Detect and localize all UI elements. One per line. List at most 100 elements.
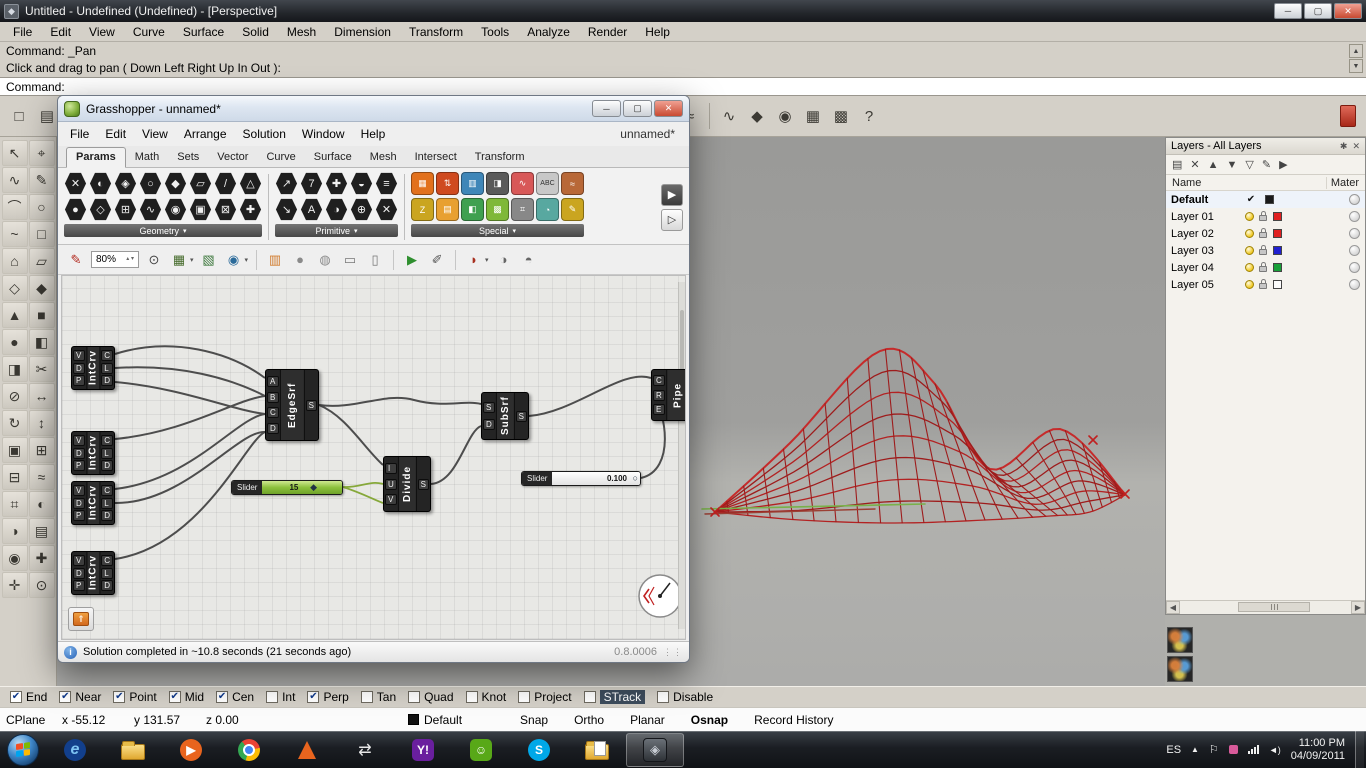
gh-input-v[interactable]: V: [73, 435, 85, 447]
gh-zoom-icon[interactable]: ⊙: [144, 250, 164, 270]
gh-node-intcrv[interactable]: V D P IntCrv C L D: [71, 431, 115, 475]
annotate-tool-icon[interactable]: ✛: [1, 572, 28, 598]
documents-folder-icon[interactable]: [568, 733, 626, 767]
layer-color-swatch[interactable]: [1265, 195, 1274, 204]
filter-layers-icon[interactable]: ▽: [1245, 158, 1253, 171]
osnap-perp-checkbox[interactable]: ✔: [307, 691, 320, 703]
layer-color-swatch[interactable]: [1273, 246, 1282, 255]
osnap-tan-checkbox[interactable]: [360, 691, 373, 703]
curve-tools-icon[interactable]: ∿: [716, 103, 742, 129]
gh-tab-params[interactable]: Params: [66, 147, 126, 168]
grasshopper-canvas[interactable]: ⇑ V D P IntCrv C L D V D P IntCrv C L D V D P IntCrv C L D V D…: [61, 275, 686, 640]
prim-text-icon[interactable]: A: [300, 198, 323, 221]
layer-row[interactable]: Layer 03: [1166, 242, 1365, 259]
menu-mesh[interactable]: Mesh: [278, 23, 325, 41]
gh-output-l[interactable]: L: [101, 497, 113, 509]
gh-input-b[interactable]: B: [267, 391, 279, 403]
osnap-point-checkbox[interactable]: ✔: [113, 691, 126, 703]
gh-input-d[interactable]: D: [73, 567, 85, 579]
special-slider-icon[interactable]: ▥: [461, 172, 484, 195]
param-surface-icon[interactable]: ◆: [164, 172, 187, 195]
special-value-list-icon[interactable]: ⇅: [436, 172, 459, 195]
layer-color-swatch[interactable]: [1273, 229, 1282, 238]
gh-input-a[interactable]: A: [267, 376, 279, 388]
gh-preview-eye-icon-dropdown[interactable]: ▾: [245, 256, 249, 264]
gh-output-s[interactable]: S: [515, 410, 527, 422]
param-rectangle-icon[interactable]: ⊠: [214, 198, 237, 221]
box-tool-icon[interactable]: ■: [28, 302, 55, 328]
taskbar-clock[interactable]: 11:00 PM 04/09/2011: [1291, 737, 1345, 763]
command-scroll-down-icon[interactable]: ▼: [1349, 59, 1363, 73]
menu-transform[interactable]: Transform: [400, 23, 472, 41]
copy-tool-icon[interactable]: ▣: [1, 437, 28, 463]
gh-output-c[interactable]: C: [101, 555, 113, 567]
gh-input-d[interactable]: D: [73, 497, 85, 509]
boolean-difference-icon[interactable]: ◨: [1, 356, 28, 382]
gh-tab-mesh[interactable]: Mesh: [361, 148, 406, 167]
extrude-tool-icon[interactable]: ▲: [1, 302, 28, 328]
grid-snap-icon[interactable]: ⌗: [1, 491, 28, 517]
layer-color-swatch[interactable]: [1273, 280, 1282, 289]
param-x-icon[interactable]: ✕: [64, 172, 87, 195]
offset-tool-icon[interactable]: ≈: [28, 464, 55, 490]
menu-edit[interactable]: Edit: [41, 23, 80, 41]
gh-minimize-button[interactable]: ─: [592, 100, 621, 117]
hidden-icons-icon[interactable]: ▲: [1191, 745, 1199, 754]
gh-input-u[interactable]: U: [385, 478, 397, 490]
menu-render[interactable]: Render: [579, 23, 636, 41]
gh-input-d[interactable]: D: [483, 419, 495, 431]
gh-close-button[interactable]: ✕: [654, 100, 683, 117]
layer-color-swatch[interactable]: [1273, 212, 1282, 221]
param-curve-icon[interactable]: ∿: [139, 198, 162, 221]
new-file-icon[interactable]: □: [6, 103, 32, 129]
zoom-spinner-icon[interactable]: ▴ ▾: [126, 256, 134, 263]
gh-node-subsrf[interactable]: S D SubSrf S: [481, 392, 529, 440]
layers-tool-icon[interactable]: ▤: [28, 518, 55, 544]
layers-scroll-left-icon[interactable]: ◀: [1166, 601, 1180, 614]
array-tool-icon[interactable]: ⊞: [28, 437, 55, 463]
layer-visibility-icon[interactable]: [1245, 280, 1254, 289]
canvas-zoom-field[interactable]: 80% ▴ ▾: [91, 251, 139, 268]
new-layer-icon[interactable]: ▤: [1172, 158, 1182, 171]
render-tools-icon[interactable]: ▩: [828, 103, 854, 129]
gh-tab-curve[interactable]: Curve: [257, 148, 304, 167]
gh-node-intcrv[interactable]: V D P IntCrv C L D: [71, 346, 115, 390]
gh-card-display-icon[interactable]: ▭: [340, 250, 360, 270]
messenger-icon[interactable]: ☺: [452, 733, 510, 767]
expand-panel-icon[interactable]: ▶: [1279, 158, 1287, 171]
layer-visibility-icon[interactable]: [1245, 263, 1254, 272]
status-pane-planar[interactable]: Planar: [630, 713, 665, 727]
osnap-end-checkbox[interactable]: ✔: [10, 691, 22, 703]
help-icon[interactable]: ?: [856, 103, 882, 129]
gh-tab-math[interactable]: Math: [126, 148, 168, 167]
layer-lock-icon[interactable]: [1258, 262, 1269, 273]
gh-input-p[interactable]: P: [73, 374, 85, 386]
sphere-tool-icon[interactable]: ●: [1, 329, 28, 355]
media-player-icon[interactable]: ▶: [162, 733, 220, 767]
menu-solid[interactable]: Solid: [233, 23, 278, 41]
gh-bake-icon-dropdown[interactable]: ▾: [485, 256, 489, 264]
palette-scroll-right-icon[interactable]: ▶: [661, 183, 683, 206]
surface-tool-icon[interactable]: ◇: [1, 275, 28, 301]
prim-data-icon[interactable]: ✕: [375, 198, 398, 221]
osnap-mid-checkbox[interactable]: ✔: [168, 691, 181, 703]
panel-close-icon[interactable]: ✕: [1352, 141, 1360, 152]
special-graph-mapper-icon[interactable]: Z: [411, 198, 434, 221]
start-button[interactable]: [0, 731, 46, 768]
layer-row[interactable]: Layer 02: [1166, 225, 1365, 242]
param-transform-icon[interactable]: ✚: [239, 198, 262, 221]
layer-material-swatch[interactable]: [1349, 245, 1360, 256]
move-tool-icon[interactable]: ↔: [28, 383, 55, 409]
gh-input-r[interactable]: R: [653, 389, 665, 401]
cplane-button[interactable]: CPlane: [0, 713, 56, 727]
menu-view[interactable]: View: [80, 23, 124, 41]
osnap-project-checkbox[interactable]: [518, 691, 531, 703]
resize-grip[interactable]: ⋮⋮: [663, 647, 683, 658]
gh-input-d[interactable]: D: [73, 362, 85, 374]
layer-lock-icon[interactable]: [1258, 228, 1269, 239]
gh-tab-vector[interactable]: Vector: [208, 148, 257, 167]
menu-tools[interactable]: Tools: [472, 23, 518, 41]
param-group-icon[interactable]: △: [239, 172, 262, 195]
layer-visibility-icon[interactable]: [1245, 229, 1254, 238]
gh-menu-arrange[interactable]: Arrange: [176, 124, 235, 144]
